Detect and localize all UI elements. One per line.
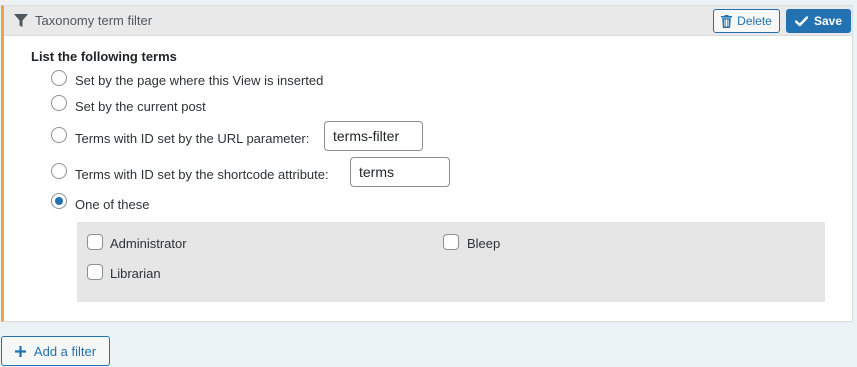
term-checkbox-bleep[interactable] bbox=[443, 234, 459, 250]
url-parameter-input[interactable] bbox=[324, 121, 423, 151]
term-checkbox-librarian[interactable] bbox=[87, 264, 103, 280]
delete-button[interactable]: Delete bbox=[713, 9, 780, 33]
option-label-page-inserted: Set by the page where this View is inser… bbox=[75, 73, 324, 88]
term-label-bleep: Bleep bbox=[467, 236, 501, 251]
trash-icon bbox=[721, 14, 733, 28]
option-label-one-of-these: One of these bbox=[75, 197, 150, 212]
radio-shortcode-attribute[interactable] bbox=[51, 163, 67, 179]
save-button[interactable]: Save bbox=[786, 9, 851, 33]
option-label-current-post: Set by the current post bbox=[75, 99, 206, 114]
shortcode-attribute-input[interactable] bbox=[350, 157, 450, 187]
radio-one-of-these[interactable] bbox=[51, 193, 67, 209]
section-title: List the following terms bbox=[31, 49, 177, 64]
panel-header: Taxonomy term filter Delete Save bbox=[4, 6, 852, 36]
option-label-url-parameter: Terms with ID set by the URL parameter: bbox=[75, 131, 310, 146]
checkmark-icon bbox=[794, 15, 808, 26]
add-filter-label: Add a filter bbox=[33, 343, 97, 359]
option-label-shortcode-attribute: Terms with ID set by the shortcode attri… bbox=[75, 167, 329, 182]
panel-title: Taxonomy term filter bbox=[35, 13, 153, 28]
plus-icon bbox=[14, 345, 26, 357]
save-button-label: Save bbox=[813, 14, 843, 28]
radio-page-inserted[interactable] bbox=[51, 70, 67, 86]
terms-list: Administrator Bleep Librarian bbox=[77, 222, 825, 302]
add-filter-button[interactable]: Add a filter bbox=[1, 336, 110, 366]
term-label-librarian: Librarian bbox=[110, 266, 161, 281]
filter-icon bbox=[14, 14, 28, 27]
radio-current-post[interactable] bbox=[51, 95, 67, 111]
delete-button-label: Delete bbox=[737, 14, 772, 28]
taxonomy-filter-panel: Taxonomy term filter Delete Save List th… bbox=[1, 5, 853, 322]
radio-url-parameter[interactable] bbox=[51, 127, 67, 143]
term-checkbox-administrator[interactable] bbox=[87, 234, 103, 250]
term-label-administrator: Administrator bbox=[110, 236, 187, 251]
